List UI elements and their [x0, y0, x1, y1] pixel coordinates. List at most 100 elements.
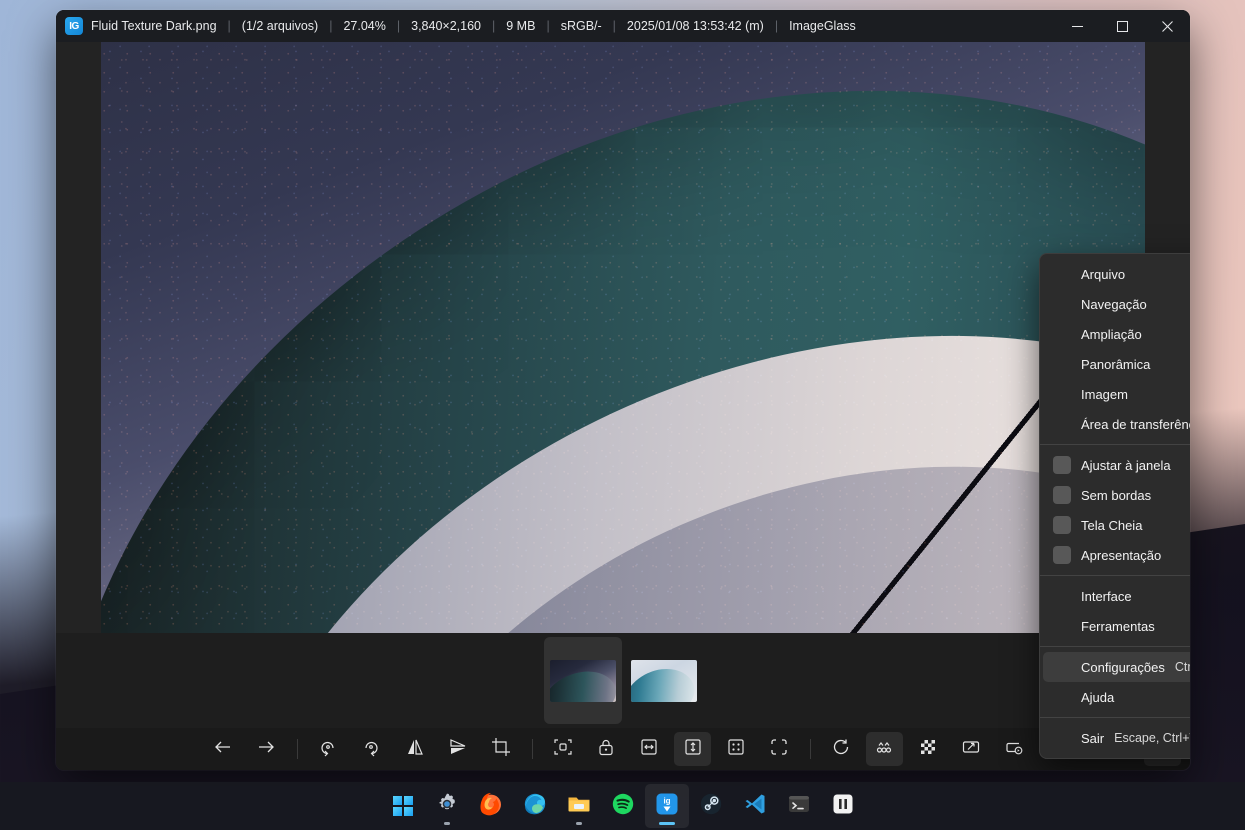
scale-to-fill-button[interactable]: [760, 732, 797, 766]
firefox-taskbar-button[interactable]: [469, 784, 513, 828]
thumbnail-1[interactable]: [543, 637, 622, 724]
windows-logo-icon: [392, 796, 413, 816]
imageglass-taskbar-button[interactable]: ig: [644, 784, 689, 828]
next-image-button[interactable]: [247, 732, 284, 766]
menu-item-apresentacao[interactable]: Apresentação F12: [1043, 540, 1190, 570]
title-separator: |: [329, 19, 333, 33]
lock-zoom-button[interactable]: [588, 732, 625, 766]
menu-item-tela-cheia[interactable]: Tela Cheia F11: [1043, 510, 1190, 540]
generic-app-icon: [830, 791, 856, 822]
crop-icon: [491, 737, 511, 762]
menu-item-ferramentas[interactable]: Ferramentas ›: [1043, 611, 1190, 641]
menu-item-label: Ampliação: [1081, 326, 1142, 342]
fill-icon: [769, 737, 789, 762]
spotify-icon: [610, 791, 636, 822]
displayed-image[interactable]: [101, 42, 1145, 633]
crop-button[interactable]: [482, 732, 519, 766]
menu-item-ampliacao[interactable]: Ampliação ›: [1043, 319, 1190, 349]
arrow-left-icon: [212, 736, 234, 763]
menu-item-sem-bordas[interactable]: Sem bordas F10: [1043, 480, 1190, 510]
menu-item-arquivo[interactable]: Arquivo ›: [1043, 259, 1190, 289]
slideshow-button[interactable]: [995, 732, 1032, 766]
menu-item-configuracoes[interactable]: Configurações Ctrl+,: [1043, 652, 1190, 682]
checkbox-unchecked-icon[interactable]: [1053, 456, 1071, 474]
previous-image-button[interactable]: [204, 732, 241, 766]
menu-item-area-de-transferencia[interactable]: Área de transferência ›: [1043, 409, 1190, 439]
image-viewport[interactable]: [56, 42, 1190, 633]
title-filename: Fluid Texture Dark.png: [91, 19, 217, 33]
edge-icon: [522, 791, 548, 822]
menu-item-label: Arquivo: [1081, 266, 1126, 282]
menu-item-sair[interactable]: Sair Escape, Ctrl+W: [1043, 723, 1190, 753]
title-app-name: ImageGlass: [789, 19, 856, 33]
spotify-taskbar-button[interactable]: [601, 784, 645, 828]
menu-item-label: Ferramentas: [1081, 618, 1155, 634]
running-indicator: [575, 822, 582, 825]
flip-horizontal-button[interactable]: [396, 732, 433, 766]
auto-zoom-button[interactable]: [544, 732, 581, 766]
fullscreen-button[interactable]: [952, 732, 989, 766]
checkerboard-icon: [918, 737, 938, 762]
menu-separator: [1040, 646, 1190, 647]
thumbnails-icon: [874, 737, 894, 762]
gear-icon: [434, 791, 460, 822]
imageglass-icon: ig: [654, 791, 680, 822]
minimize-button[interactable]: [1055, 10, 1100, 42]
arrow-right-icon: [255, 736, 277, 763]
vscode-taskbar-button[interactable]: [733, 784, 777, 828]
desktop: IG Fluid Texture Dark.png | (1/2 arquivo…: [0, 0, 1245, 830]
firefox-icon: [478, 791, 504, 822]
taskbar-icon-list: ig: [381, 784, 865, 828]
fullscreen-icon: [961, 737, 981, 762]
rotate-right-button[interactable]: [353, 732, 390, 766]
scale-to-fit-button[interactable]: [717, 732, 754, 766]
rotate-left-icon: [318, 737, 338, 762]
menu-item-interface[interactable]: Interface ›: [1043, 581, 1190, 611]
file-explorer-taskbar-button[interactable]: [557, 784, 601, 828]
image-speckle-noise: [101, 42, 1145, 633]
menu-item-ajustar-a-janela[interactable]: Ajustar à janela F9: [1043, 450, 1190, 480]
menu-item-label: Ajuda: [1081, 689, 1115, 705]
thumbnail-2[interactable]: [625, 637, 703, 724]
checkerboard-button[interactable]: [909, 732, 946, 766]
menu-item-navegacao[interactable]: Navegação ›: [1043, 289, 1190, 319]
title-bar[interactable]: IG Fluid Texture Dark.png | (1/2 arquivo…: [56, 10, 1190, 42]
fit-width-icon: [639, 737, 659, 762]
steam-taskbar-button[interactable]: [689, 784, 733, 828]
scan-center-icon: [553, 737, 573, 762]
terminal-taskbar-button[interactable]: [777, 784, 821, 828]
active-indicator: [658, 822, 675, 825]
title-separator: |: [612, 19, 616, 33]
terminal-icon: [786, 791, 812, 822]
checkbox-unchecked-icon[interactable]: [1053, 516, 1071, 534]
app-taskbar-button[interactable]: [821, 784, 865, 828]
menu-item-label: Área de transferência: [1081, 416, 1190, 432]
refresh-button[interactable]: [823, 732, 860, 766]
title-zoom-level: 27.04%: [343, 19, 386, 33]
menu-item-imagem[interactable]: Imagem ›: [1043, 379, 1190, 409]
checkbox-unchecked-icon[interactable]: [1053, 486, 1071, 504]
title-dimensions: 3,840×2,160: [411, 19, 481, 33]
scale-to-height-button[interactable]: [674, 732, 712, 766]
flip-horizontal-icon: [405, 737, 425, 762]
thumbnail-panel-button[interactable]: [865, 732, 903, 766]
menu-item-panoramica[interactable]: Panorâmica ›: [1043, 349, 1190, 379]
close-button[interactable]: [1145, 10, 1190, 42]
menu-item-label: Apresentação: [1081, 547, 1162, 563]
fit-all-icon: [726, 737, 746, 762]
windows-taskbar: ig: [0, 782, 1245, 830]
title-modified-date: 2025/01/08 13:53:42 (m): [626, 19, 764, 33]
start-button[interactable]: [381, 784, 425, 828]
maximize-button[interactable]: [1100, 10, 1145, 42]
checkbox-unchecked-icon[interactable]: [1053, 546, 1071, 564]
edge-taskbar-button[interactable]: [513, 784, 557, 828]
title-colorspace: sRGB/-: [560, 19, 602, 33]
flip-vertical-button[interactable]: [439, 732, 476, 766]
settings-taskbar-button[interactable]: [425, 784, 469, 828]
rotate-left-button[interactable]: [310, 732, 347, 766]
main-context-menu: Arquivo › Navegação › Ampliação › Panorâ…: [1039, 253, 1190, 759]
menu-item-ajuda[interactable]: Ajuda ›: [1043, 682, 1190, 712]
scale-to-width-button[interactable]: [631, 732, 668, 766]
menu-separator: [1040, 575, 1190, 576]
menu-item-label: Panorâmica: [1081, 356, 1151, 372]
